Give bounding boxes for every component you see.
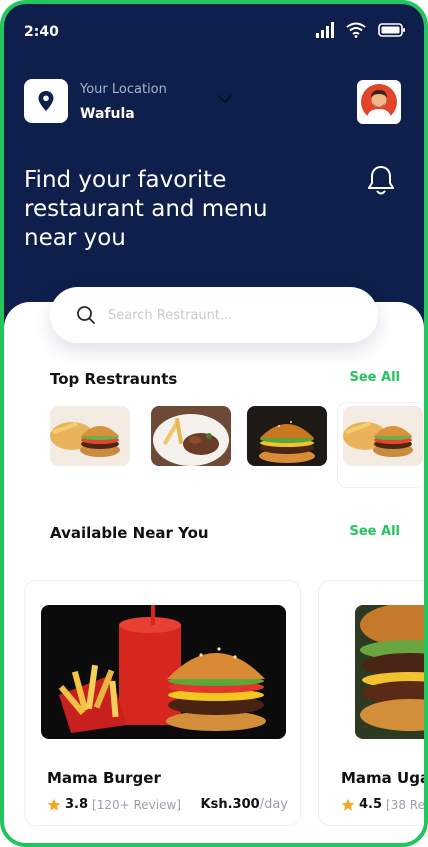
rating-value: 3.8: [65, 797, 89, 812]
search-bar[interactable]: [50, 287, 378, 343]
profile-avatar-button[interactable]: [357, 80, 401, 124]
status-icons: [316, 22, 406, 38]
page-headline: Find your favorite restaurant and menu n…: [24, 167, 268, 251]
star-icon: [341, 798, 355, 811]
restaurant-name: Mama Ugali: [341, 769, 424, 787]
restaurant-name: Mama Burger: [47, 769, 161, 787]
search-icon: [77, 306, 95, 324]
wifi-icon: [346, 22, 366, 38]
restaurant-card[interactable]: Mama Ugali 4.5 [38 Review]: [318, 580, 425, 826]
restaurant-thumb-3[interactable]: [247, 406, 327, 466]
top-restaurants-see-all[interactable]: See All: [350, 370, 401, 385]
restaurant-price: Ksh.300/day: [201, 797, 288, 812]
battery-icon: [378, 23, 405, 37]
price-unit: /day: [259, 797, 288, 812]
nearby-see-all[interactable]: See All: [350, 524, 401, 539]
status-time: 2:40: [24, 24, 59, 40]
top-restaurants-title: Top Restraunts: [50, 370, 178, 388]
restaurant-image: [41, 605, 286, 739]
review-count: [38 Review]: [386, 797, 425, 812]
location-button[interactable]: [24, 79, 68, 123]
restaurant-thumb-4[interactable]: [343, 406, 423, 466]
price-value: Ksh.300: [200, 797, 260, 812]
restaurant-card[interactable]: Mama Burger 3.8 [120+ Review] Ksh.300/da…: [24, 580, 301, 826]
review-count: [120+ Review]: [92, 797, 181, 812]
restaurant-thumb-1[interactable]: [50, 406, 130, 466]
restaurant-rating: 4.5 [38 Review]: [341, 797, 425, 812]
restaurant-image: [355, 605, 424, 739]
location-value[interactable]: Wafula: [80, 106, 135, 122]
signal-icon: [316, 22, 334, 38]
rating-value: 4.5: [359, 797, 383, 812]
restaurant-rating: 3.8 [120+ Review]: [47, 797, 181, 812]
location-label: Your Location: [80, 82, 167, 97]
avatar: [361, 84, 397, 120]
header-area: 2:40 Your Location Wafula Find your favo…: [4, 4, 424, 334]
phone-frame: 2:40 Your Location Wafula Find your favo…: [0, 0, 428, 847]
chevron-down-icon[interactable]: [217, 94, 233, 104]
location-pin-icon: [38, 91, 54, 111]
bell-icon[interactable]: [366, 164, 396, 198]
nearby-title: Available Near You: [50, 524, 209, 542]
star-icon: [47, 798, 61, 811]
search-input[interactable]: [108, 307, 348, 323]
restaurant-thumb-2[interactable]: [151, 406, 231, 466]
